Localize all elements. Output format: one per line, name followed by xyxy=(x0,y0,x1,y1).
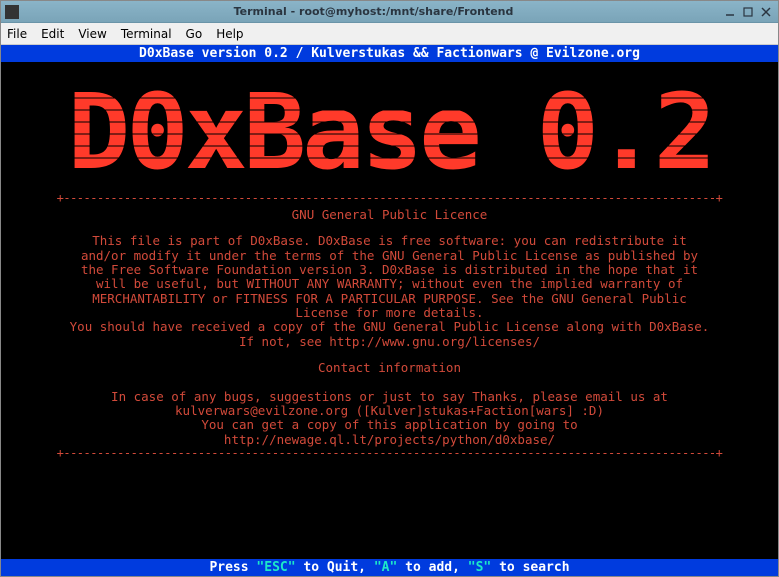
footer-bar: Press "ESC" to Quit, "A" to add, "S" to … xyxy=(1,559,778,576)
license-line-2: and/or modify it under the terms of the … xyxy=(9,249,770,263)
app-window: Terminal - root@myhost:/mnt/share/Fronte… xyxy=(0,0,779,577)
logo-ascii-art: D0xBase 0.2 xyxy=(60,68,720,188)
maximize-button[interactable] xyxy=(740,5,756,19)
content-box: +---------------------------------------… xyxy=(1,192,778,559)
menu-terminal[interactable]: Terminal xyxy=(121,27,172,41)
footer-key-s: "S" xyxy=(468,560,491,575)
divider-bottom: +---------------------------------------… xyxy=(9,447,770,461)
menubar: File Edit View Terminal Go Help xyxy=(1,23,778,45)
app-header-bar: D0xBase version 0.2 / Kulverstukas && Fa… xyxy=(1,45,778,62)
footer-mid2: to add, xyxy=(397,560,467,575)
footer-mid1: to Quit, xyxy=(296,560,374,575)
contact-line-3: You can get a copy of this application b… xyxy=(9,418,770,432)
footer-prefix: Press xyxy=(209,560,256,575)
footer-key-a: "A" xyxy=(374,560,397,575)
license-title: GNU General Public Licence xyxy=(9,208,770,222)
logo-area: D0xBase 0.2 xyxy=(1,62,778,192)
minimize-icon xyxy=(725,7,735,17)
license-line-7: You should have received a copy of the G… xyxy=(9,320,770,334)
license-line-1: This file is part of D0xBase. D0xBase is… xyxy=(9,234,770,248)
footer-key-esc: "ESC" xyxy=(256,560,295,575)
menu-edit[interactable]: Edit xyxy=(41,27,64,41)
menu-go[interactable]: Go xyxy=(186,27,203,41)
license-line-4: will be useful, but WITHOUT ANY WARRANTY… xyxy=(9,277,770,291)
divider-top: +---------------------------------------… xyxy=(9,192,770,206)
contact-line-4: http://newage.ql.lt/projects/python/d0xb… xyxy=(9,433,770,447)
contact-title: Contact information xyxy=(9,361,770,375)
window-controls xyxy=(722,5,774,19)
window-titlebar[interactable]: Terminal - root@myhost:/mnt/share/Fronte… xyxy=(1,1,778,23)
menu-view[interactable]: View xyxy=(78,27,106,41)
license-line-5: MERCHANTABILITY or FITNESS FOR A PARTICU… xyxy=(9,292,770,306)
window-title: Terminal - root@myhost:/mnt/share/Fronte… xyxy=(25,5,722,18)
menu-file[interactable]: File xyxy=(7,27,27,41)
license-line-6: License for more details. xyxy=(9,306,770,320)
terminal-area[interactable]: D0xBase version 0.2 / Kulverstukas && Fa… xyxy=(1,45,778,576)
license-line-3: the Free Software Foundation version 3. … xyxy=(9,263,770,277)
menu-help[interactable]: Help xyxy=(216,27,243,41)
contact-line-1: In case of any bugs, suggestions or just… xyxy=(9,390,770,404)
terminal-icon xyxy=(5,5,19,19)
minimize-button[interactable] xyxy=(722,5,738,19)
contact-line-2: kulverwars@evilzone.org ([Kulver]stukas+… xyxy=(9,404,770,418)
close-button[interactable] xyxy=(758,5,774,19)
license-line-8: If not, see http://www.gnu.org/licenses/ xyxy=(9,335,770,349)
maximize-icon xyxy=(743,7,753,17)
close-icon xyxy=(761,7,771,17)
footer-suffix: to search xyxy=(491,560,569,575)
